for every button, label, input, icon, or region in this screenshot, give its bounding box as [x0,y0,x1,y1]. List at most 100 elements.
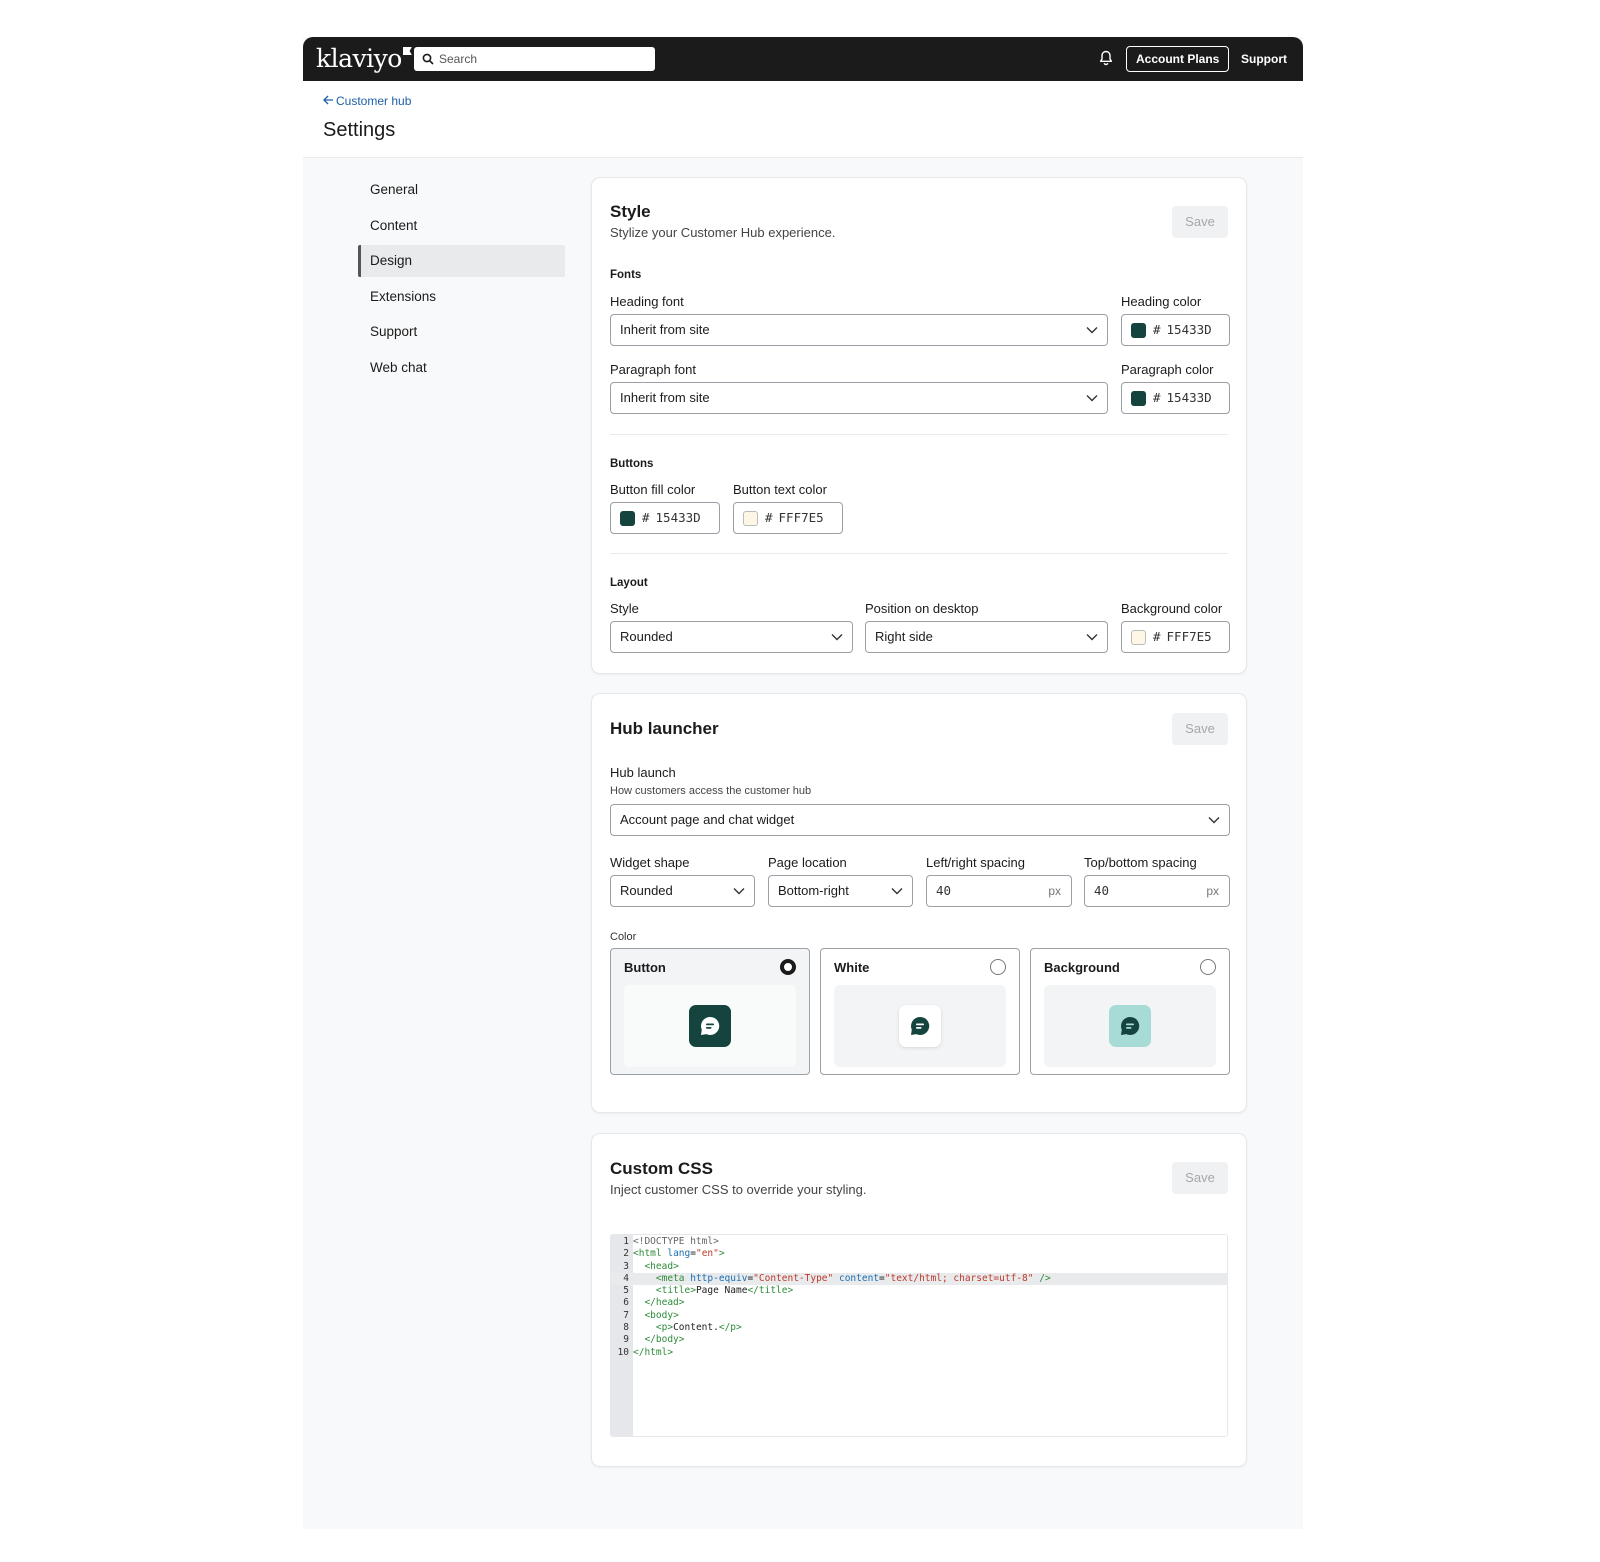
color-option-background[interactable]: Background [1030,948,1230,1075]
hub-launcher-card: Hub launcher Save Hub launch How custome… [591,693,1247,1113]
background-color-input[interactable]: # FFF7E5 [1121,621,1230,653]
color-option-white[interactable]: White [820,948,1020,1075]
line-number: 3 [623,1260,629,1272]
arrow-left-icon [323,95,333,105]
page-header: Customer hub Settings [303,81,1303,158]
line-number: 9 [623,1334,629,1346]
line-number: 1 [623,1236,629,1247]
line-number: 7 [623,1309,629,1321]
support-link[interactable]: Support [1241,46,1287,72]
custom-css-title: Custom CSS [610,1159,713,1178]
nav-item-content[interactable]: Content [358,210,565,242]
heading-color-label: Heading color [1121,294,1202,309]
bell-icon[interactable] [1099,50,1113,66]
heading-font-select[interactable]: Inherit from site [610,314,1108,346]
chevron-down-icon [1086,327,1098,334]
code-line: 1 <!DOCTYPE html> [611,1236,1227,1248]
line-number: 2 [623,1248,629,1260]
position-value: Right side [875,629,933,644]
button-fill-label: Button fill color [610,482,696,497]
paragraph-font-select[interactable]: Inherit from site [610,382,1108,414]
style-subtitle: Stylize your Customer Hub experience. [610,225,836,240]
nav-item-design[interactable]: Design [358,245,565,277]
style-card: Style Stylize your Customer Hub experien… [591,177,1247,674]
chat-widget-icon [1109,1005,1151,1047]
paragraph-color-label: Paragraph color [1121,362,1214,377]
chevron-down-icon [1208,817,1220,824]
code-editor[interactable]: 1 <!DOCTYPE html> 2 <html lang="en"> 3 <head… [610,1234,1228,1437]
nav-item-extensions[interactable]: Extensions [358,281,565,313]
nav-item-support[interactable]: Support [358,316,565,348]
custom-css-card: Custom CSS Inject customer CSS to overri… [591,1133,1247,1467]
code-line: 6 </head> [611,1297,1227,1309]
button-text-input[interactable]: # FFF7E5 [733,502,843,534]
code-line: 10 </html> [611,1347,1227,1359]
radio-unselected[interactable] [1200,959,1216,975]
buttons-section-label: Buttons [610,458,654,470]
position-select[interactable]: Right side [865,621,1108,653]
heading-font-value: Inherit from site [620,322,710,337]
chat-bubble-icon [911,1016,930,1035]
chat-widget-icon [689,1005,731,1047]
lr-spacing-unit: px [1048,884,1061,898]
settings-nav: General Content Design Extensions Suppor… [358,174,565,387]
css-save-button[interactable]: Save [1172,1162,1228,1194]
chevron-down-icon [1086,395,1098,402]
heading-color-swatch [1131,323,1146,338]
color-option-button[interactable]: Button [610,948,810,1075]
line-number: 6 [623,1297,629,1309]
search-icon [422,53,434,65]
nav-item-web-chat[interactable]: Web chat [358,352,565,384]
button-fill-input[interactable]: #15433D [610,502,720,534]
tb-spacing-input[interactable]: 40 px [1084,875,1230,907]
widget-shape-select[interactable]: Rounded [610,875,755,907]
line-number: 4 [623,1272,629,1284]
breadcrumb[interactable]: Customer hub [323,93,411,109]
heading-font-label: Heading font [610,294,684,309]
heading-color-input[interactable]: #15433D [1121,314,1230,346]
widget-preview [624,985,796,1067]
fonts-section-label: Fonts [610,269,642,281]
code-line: 3 <head> [611,1261,1227,1273]
color-option-label: Button [624,960,666,975]
tb-spacing-label: Top/bottom spacing [1084,855,1197,870]
nav-item-general[interactable]: General [358,174,565,206]
page-location-select[interactable]: Bottom-right [768,875,913,907]
layout-style-select[interactable]: Rounded [610,621,853,653]
button-text-value: FFF7E5 [778,510,824,525]
page-location-label: Page location [768,855,847,870]
widget-preview [1044,985,1216,1067]
logo-flag-icon [402,47,412,55]
hub-save-button[interactable]: Save [1172,713,1228,745]
account-plans-button[interactable]: Account Plans [1126,46,1230,72]
lr-spacing-input[interactable]: 40 px [926,875,1072,907]
background-color-value: FFF7E5 [1166,629,1212,644]
paragraph-font-value: Inherit from site [620,390,710,405]
widget-preview [834,985,1006,1067]
color-option-label: Background [1044,960,1120,975]
chat-bubble-icon [701,1016,720,1035]
code-line: 5 <title>Page Name</title> [611,1285,1227,1297]
style-save-button[interactable]: Save [1172,206,1228,238]
position-label: Position on desktop [865,601,979,616]
code-line: 4 <meta http-equiv="Content-Type" conten… [611,1272,1227,1286]
divider [610,553,1228,554]
radio-selected[interactable] [780,959,796,975]
line-number: 5 [623,1285,629,1297]
code-line: 9 </body> [611,1334,1227,1346]
radio-unselected[interactable] [990,959,1006,975]
search-box[interactable] [414,47,655,71]
klaviyo-logo[interactable]: klaviyo [316,45,412,73]
search-input[interactable] [439,47,649,71]
layout-style-value: Rounded [620,629,673,644]
hub-launch-hint: How customers access the customer hub [610,785,812,797]
layout-style-label: Style [610,601,639,616]
button-text-swatch [743,511,758,526]
hub-launch-select[interactable]: Account page and chat widget [610,804,1230,836]
paragraph-color-input[interactable]: #15433D [1121,382,1230,414]
widget-shape-label: Widget shape [610,855,690,870]
button-fill-swatch [620,511,635,526]
layout-section-label: Layout [610,577,648,589]
background-color-swatch [1131,630,1146,645]
style-title: Style [610,202,651,221]
